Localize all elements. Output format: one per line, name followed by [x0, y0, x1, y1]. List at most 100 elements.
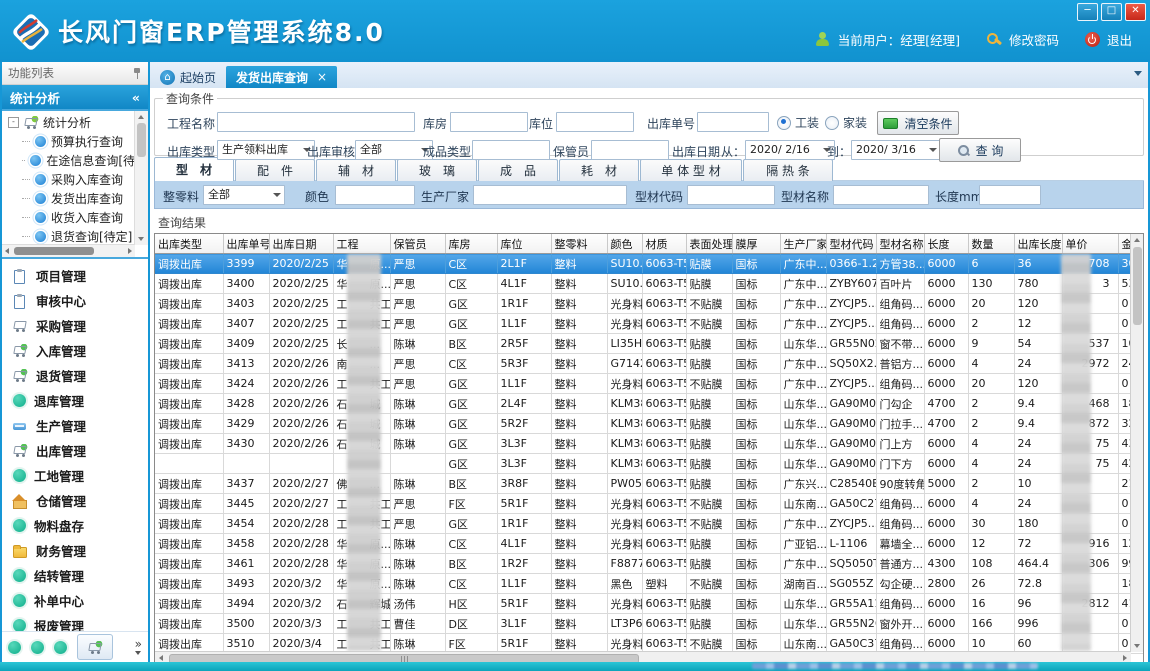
- table-row[interactable]: 调拨出库 3454 2020/2/28 工 共工程 严思 G区 1R1F 整料 …: [155, 514, 1144, 534]
- material-tab[interactable]: 型 材: [154, 157, 234, 181]
- table-row[interactable]: 调拨出库 3461 2020/2/28 华 原... 陈琳 B区 1R2F 整料…: [155, 554, 1144, 574]
- length-input[interactable]: [979, 185, 1041, 205]
- close-button[interactable]: ✕: [1125, 3, 1146, 21]
- material-tab[interactable]: 成 品: [478, 159, 558, 181]
- column-header[interactable]: 材质: [642, 234, 686, 254]
- sidebar-menu-item[interactable]: 审核中心: [2, 288, 148, 313]
- teal-dot-icon[interactable]: [31, 641, 44, 654]
- scrollbar-thumb[interactable]: [137, 123, 146, 157]
- tab-close-icon[interactable]: ×: [317, 70, 327, 84]
- tree-item[interactable]: 收货入库查询: [2, 208, 135, 227]
- column-header[interactable]: 表面处理: [686, 234, 732, 254]
- column-header[interactable]: 出库日期: [269, 234, 333, 254]
- teal-dot-icon[interactable]: [54, 641, 67, 654]
- logout-link[interactable]: 退出: [1107, 30, 1132, 49]
- table-row[interactable]: 调拨出库 3494 2020/3/2 石 辉城 汤伟 H区 5R1F 整料 光身…: [155, 594, 1144, 614]
- keeper-input[interactable]: [591, 140, 669, 160]
- sidebar-menu-item[interactable]: 退货管理: [2, 363, 148, 388]
- date-to-picker[interactable]: 2020/ 3/16: [851, 140, 941, 160]
- date-from-picker[interactable]: 2020/ 2/16: [745, 140, 835, 160]
- zhengling-select[interactable]: 全部: [203, 185, 285, 205]
- cart-button[interactable]: [77, 634, 113, 660]
- tree-vertical-scrollbar[interactable]: [134, 111, 148, 245]
- sidebar-menu-item[interactable]: 项目管理: [2, 263, 148, 288]
- column-header[interactable]: 出库长度: [1014, 234, 1062, 254]
- sidebar-menu-item[interactable]: 出库管理: [2, 438, 148, 463]
- sidebar-menu-item[interactable]: 报废管理: [2, 613, 148, 631]
- tree-item[interactable]: 采购入库查询: [2, 170, 135, 189]
- order-no-input[interactable]: [697, 112, 769, 132]
- table-row[interactable]: 调拨出库 3399 2020/2/25 华 原... 严思 C区 2L1F 整料…: [155, 254, 1144, 274]
- audit-select[interactable]: 全部: [355, 140, 433, 160]
- sidebar-menu-item[interactable]: 物料盘存: [2, 513, 148, 538]
- material-tab[interactable]: 隔 热 条: [743, 159, 833, 181]
- sidebar-menu-item[interactable]: 采购管理: [2, 313, 148, 338]
- column-header[interactable]: 保管员: [390, 234, 445, 254]
- column-header[interactable]: 库位: [497, 234, 551, 254]
- code-input[interactable]: [687, 185, 775, 205]
- column-header[interactable]: 生产厂家: [780, 234, 826, 254]
- scrollbar-thumb[interactable]: [14, 247, 94, 255]
- scroll-left-icon[interactable]: [159, 655, 163, 661]
- column-header[interactable]: 型材名称: [876, 234, 924, 254]
- column-header[interactable]: 出库单号: [223, 234, 269, 254]
- radio-jiazhuang[interactable]: 家装: [825, 114, 867, 131]
- sidebar-menu-item[interactable]: 财务管理: [2, 538, 148, 563]
- material-tab[interactable]: 玻 璃: [397, 159, 477, 181]
- column-header[interactable]: 整零料: [551, 234, 607, 254]
- maximize-button[interactable]: □: [1101, 3, 1122, 21]
- column-header[interactable]: 工程: [333, 234, 390, 254]
- scroll-down-icon[interactable]: [138, 237, 144, 241]
- material-tab[interactable]: 耗 材: [559, 159, 639, 181]
- scroll-down-icon[interactable]: [1134, 644, 1140, 648]
- column-header[interactable]: 膜厚: [732, 234, 780, 254]
- chevron-down-icon[interactable]: [1134, 71, 1142, 76]
- table-row[interactable]: 调拨出库 3437 2020/2/27 佛 ... 陈琳 B区 3R8F 整料 …: [155, 474, 1144, 494]
- material-tab[interactable]: 配 件: [235, 159, 315, 181]
- scroll-up-icon[interactable]: [1134, 238, 1140, 242]
- table-row[interactable]: 调拨出库 3429 2020/2/26 石 城 陈琳 G区 5R2F 整料 KL…: [155, 414, 1144, 434]
- column-header[interactable]: 单价: [1062, 234, 1118, 254]
- table-row[interactable]: 调拨出库 3458 2020/2/28 华 原... 陈琳 C区 4L1F 整料…: [155, 534, 1144, 554]
- table-row[interactable]: 调拨出库 3500 2020/3/3 工 共工程 曹佳 D区 3L1F 整料 L…: [155, 614, 1144, 634]
- sidebar-menu-item[interactable]: 仓储管理: [2, 488, 148, 513]
- table-row[interactable]: 调拨出库 3424 2020/2/26 工 共工程 严思 G区 1L1F 整料 …: [155, 374, 1144, 394]
- collapse-icon[interactable]: «: [132, 90, 140, 105]
- clear-conditions-button[interactable]: 清空条件: [877, 111, 959, 135]
- table-row[interactable]: G区 3L3F 整料 KLM3817 6063-T5 贴膜 国标 山东华... …: [155, 454, 1144, 474]
- tree-horizontal-scrollbar[interactable]: [2, 244, 135, 257]
- warehouse-input[interactable]: [450, 112, 528, 132]
- name-input[interactable]: [833, 185, 929, 205]
- material-tab[interactable]: 单 体 型 材: [640, 159, 742, 181]
- project-name-input[interactable]: [217, 112, 415, 132]
- change-password-link[interactable]: 修改密码: [1009, 30, 1059, 49]
- column-header[interactable]: 颜色: [607, 234, 642, 254]
- column-header[interactable]: 数量: [968, 234, 1014, 254]
- sidebar-menu-item[interactable]: 补单中心: [2, 588, 148, 613]
- manufacturer-input[interactable]: [473, 185, 627, 205]
- sidebar-group-header[interactable]: 统计分析 «: [2, 85, 148, 109]
- expander-icon[interactable]: -: [8, 117, 19, 128]
- column-header[interactable]: 型材代码: [826, 234, 876, 254]
- scroll-up-icon[interactable]: [138, 115, 144, 119]
- sidebar-menu-item[interactable]: 生产管理: [2, 413, 148, 438]
- table-row[interactable]: 调拨出库 3445 2020/2/27 工 共工程 严思 F区 5R1F 整料 …: [155, 494, 1144, 514]
- teal-dot-icon[interactable]: [8, 641, 21, 654]
- minimize-button[interactable]: ─: [1077, 3, 1098, 21]
- pin-icon[interactable]: [133, 67, 142, 79]
- tab-home[interactable]: ⌂ 起始页: [150, 66, 226, 88]
- product-type-input[interactable]: [472, 140, 550, 160]
- table-row[interactable]: 调拨出库 3409 2020/2/25 长 ... 陈琳 B区 2R5F 整料 …: [155, 334, 1144, 354]
- sidebar-menu-item[interactable]: 退库管理: [2, 388, 148, 413]
- scroll-left-icon[interactable]: [5, 248, 9, 254]
- tree-item[interactable]: 预算执行查询: [2, 132, 135, 151]
- column-header[interactable]: 出库类型: [155, 234, 223, 254]
- table-row[interactable]: 调拨出库 3403 2020/2/25 工 共工程 严思 G区 1R1F 整料 …: [155, 294, 1144, 314]
- scrollbar-thumb[interactable]: [1133, 247, 1142, 325]
- scroll-right-icon[interactable]: [1123, 655, 1127, 661]
- sidebar-menu-item[interactable]: 结转管理: [2, 563, 148, 588]
- sidebar-menu-item[interactable]: 工地管理: [2, 463, 148, 488]
- table-row[interactable]: 调拨出库 3428 2020/2/26 石 城 陈琳 G区 2L4F 整料 KL…: [155, 394, 1144, 414]
- tree-item[interactable]: 退货查询[待定]: [2, 227, 135, 245]
- column-header[interactable]: 长度: [924, 234, 968, 254]
